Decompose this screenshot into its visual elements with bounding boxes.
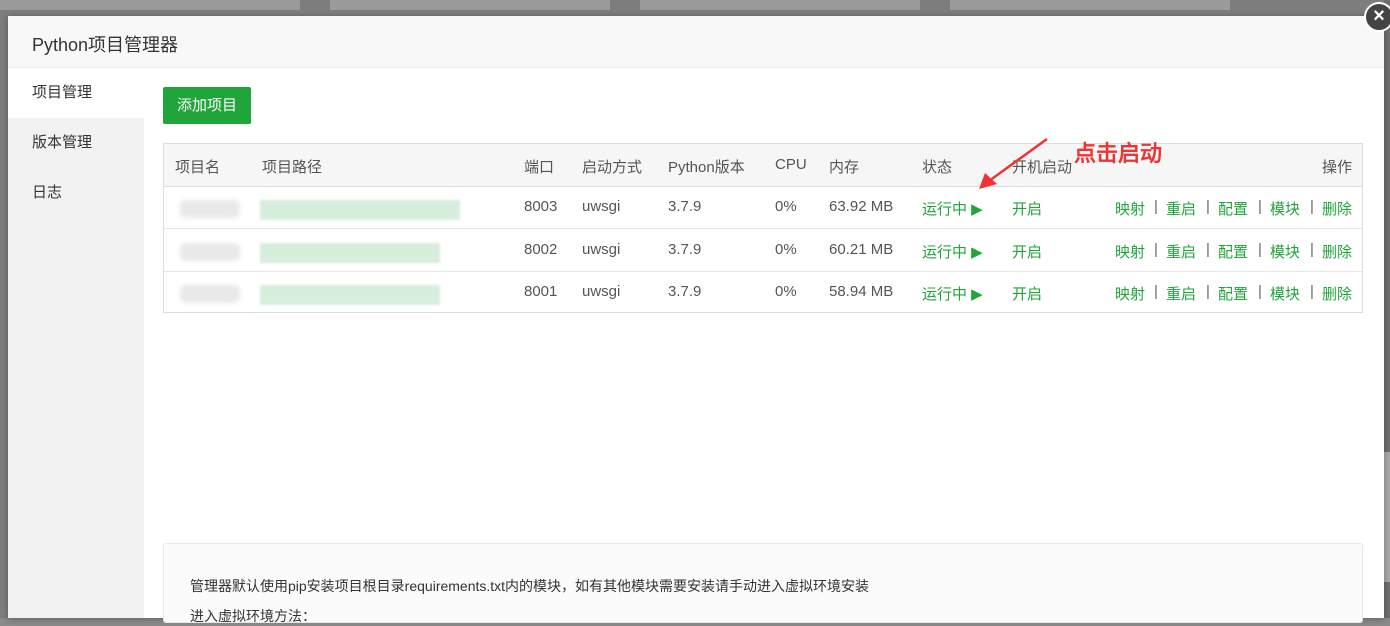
start-mode-cell: uwsgi	[582, 198, 621, 215]
table-row: 8002 uwsgi 3.7.9 0% 60.21 MB 运行中 ▶ 开启 映射…	[164, 229, 1362, 272]
action-separator: |	[1258, 283, 1262, 300]
status-running-toggle[interactable]: 运行中 ▶	[922, 283, 983, 304]
action-config-link[interactable]: 配置	[1218, 198, 1248, 219]
project-table: 项目名 项目路径 端口 启动方式 Python版本 CPU 内存 状态 开机启动…	[163, 143, 1363, 313]
autostart-toggle[interactable]: 开启	[1012, 283, 1042, 304]
annotation-arrow-icon	[979, 137, 1048, 189]
action-separator: |	[1206, 283, 1210, 300]
action-restart-link[interactable]: 重启	[1166, 198, 1196, 219]
info-line-2: 进入虚拟环境方法：	[190, 608, 316, 624]
action-delete-link[interactable]: 删除	[1322, 198, 1352, 219]
status-running-toggle[interactable]: 运行中 ▶	[922, 198, 983, 219]
column-header-memory: 内存	[829, 159, 860, 176]
dialog-title: Python项目管理器	[32, 35, 179, 55]
sidebar: 项目管理 版本管理 日志	[8, 68, 144, 618]
column-header-path: 项目路径	[262, 159, 323, 176]
action-map-link[interactable]: 映射	[1115, 198, 1145, 219]
autostart-toggle[interactable]: 开启	[1012, 198, 1042, 219]
action-delete-link[interactable]: 删除	[1322, 283, 1352, 304]
background-strip	[0, 0, 300, 10]
add-project-button[interactable]: 添加项目	[163, 87, 251, 124]
table-row: 8003 uwsgi 3.7.9 0% 63.92 MB 运行中 ▶ 开启 映射…	[164, 186, 1362, 229]
action-modules-link[interactable]: 模块	[1270, 283, 1300, 304]
action-config-link[interactable]: 配置	[1218, 241, 1248, 262]
action-separator: |	[1206, 241, 1210, 258]
redacted-project-path	[260, 243, 440, 263]
redacted-project-path	[260, 200, 460, 220]
action-separator: |	[1258, 241, 1262, 258]
action-restart-link[interactable]: 重启	[1166, 283, 1196, 304]
dialog-header: Python项目管理器	[8, 16, 1384, 68]
action-delete-link[interactable]: 删除	[1322, 241, 1352, 262]
background-strip	[330, 0, 610, 10]
column-header-port: 端口	[524, 159, 555, 176]
close-button[interactable]: ×	[1364, 2, 1390, 32]
action-separator: |	[1310, 198, 1314, 215]
memory-cell: 58.94 MB	[829, 283, 894, 300]
action-separator: |	[1310, 283, 1314, 300]
column-header-start-mode: 启动方式	[582, 159, 643, 176]
cpu-cell: 0%	[775, 241, 797, 258]
action-separator: |	[1154, 283, 1158, 300]
sidebar-item-project-management[interactable]: 项目管理	[8, 68, 144, 118]
python-version-cell: 3.7.9	[668, 241, 702, 258]
background-edge-panel	[1384, 452, 1390, 582]
sidebar-item-version-management[interactable]: 版本管理	[8, 118, 144, 168]
action-modules-link[interactable]: 模块	[1270, 241, 1300, 262]
start-mode-cell: uwsgi	[582, 283, 621, 300]
info-panel: 管理器默认使用pip安装项目根目录requirements.txt内的模块，如有…	[163, 543, 1363, 624]
column-header-actions: 操作	[1322, 159, 1353, 176]
action-modules-link[interactable]: 模块	[1270, 198, 1300, 219]
column-header-status: 状态	[922, 159, 953, 176]
memory-cell: 60.21 MB	[829, 241, 894, 258]
port-cell: 8002	[524, 241, 558, 258]
port-cell: 8001	[524, 283, 558, 300]
table-header: 项目名 项目路径 端口 启动方式 Python版本 CPU 内存 状态 开机启动…	[164, 144, 1362, 187]
action-map-link[interactable]: 映射	[1115, 283, 1145, 304]
action-separator: |	[1310, 241, 1314, 258]
column-header-name: 项目名	[175, 159, 221, 176]
action-map-link[interactable]: 映射	[1115, 241, 1145, 262]
cpu-cell: 0%	[775, 283, 797, 300]
annotation-text: 点击启动	[1074, 141, 1163, 166]
redacted-project-name	[180, 285, 240, 303]
action-restart-link[interactable]: 重启	[1166, 241, 1196, 262]
redacted-project-name	[180, 243, 240, 261]
memory-cell: 63.92 MB	[829, 198, 894, 215]
action-config-link[interactable]: 配置	[1218, 283, 1248, 304]
start-mode-cell: uwsgi	[582, 241, 621, 258]
column-header-python-version: Python版本	[668, 159, 745, 176]
background-strip	[950, 0, 1230, 10]
column-header-cpu: CPU	[775, 156, 807, 173]
port-cell: 8003	[524, 198, 558, 215]
cpu-cell: 0%	[775, 198, 797, 215]
sidebar-item-logs[interactable]: 日志	[8, 168, 144, 218]
redacted-project-path	[260, 285, 440, 305]
table-row: 8001 uwsgi 3.7.9 0% 58.94 MB 运行中 ▶ 开启 映射…	[164, 271, 1362, 313]
python-version-cell: 3.7.9	[668, 198, 702, 215]
background-strip	[640, 0, 920, 10]
action-separator: |	[1154, 241, 1158, 258]
status-running-toggle[interactable]: 运行中 ▶	[922, 241, 983, 262]
info-line-1: 管理器默认使用pip安装项目根目录requirements.txt内的模块，如有…	[190, 578, 870, 594]
python-version-cell: 3.7.9	[668, 283, 702, 300]
redacted-project-name	[180, 200, 240, 218]
action-separator: |	[1154, 198, 1158, 215]
action-separator: |	[1206, 198, 1210, 215]
action-separator: |	[1258, 198, 1262, 215]
autostart-toggle[interactable]: 开启	[1012, 241, 1042, 262]
